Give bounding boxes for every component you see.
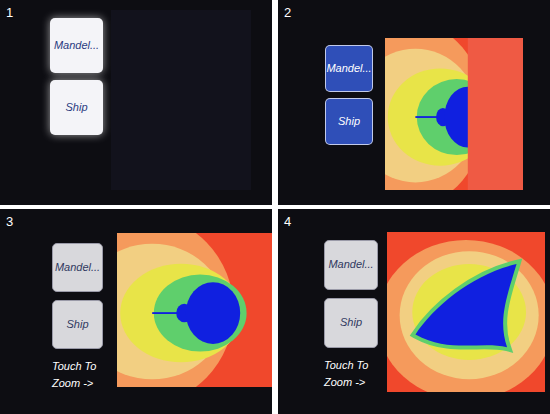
fractal-button[interactable]: Mandel... [325, 45, 373, 92]
fractal-image[interactable] [385, 38, 523, 190]
button-label: Ship [66, 318, 88, 332]
button-label: Mandel... [326, 62, 371, 76]
fractal-view[interactable] [117, 233, 272, 387]
fractal-view[interactable] [111, 10, 251, 190]
button-label: Mandel... [55, 261, 100, 275]
device-photo: 1 Mandel... Ship [0, 0, 272, 205]
button-column: Mandel... Ship Touch To Zoom -> [52, 243, 108, 392]
fractal-view[interactable] [385, 38, 523, 190]
photo-number: 3 [6, 215, 13, 228]
fractal-image[interactable] [387, 232, 545, 392]
fractal-button[interactable]: Ship [324, 298, 378, 348]
button-column: Mandel... Ship [325, 45, 373, 145]
fractal-button[interactable]: Mandel... [52, 243, 103, 292]
fractal-button[interactable]: Ship [50, 80, 103, 135]
device-photo: 4 Mandel... Ship Touch To Zoom -> [278, 209, 550, 414]
device-photo: 3 Mandel... Ship Touch To Zoom -> [0, 209, 272, 414]
unrendered-area [468, 38, 523, 190]
fractal-button[interactable]: Mandel... [324, 240, 378, 290]
button-label: Mandel... [54, 39, 99, 53]
device-photo: 2 Mandel... Ship [278, 0, 550, 205]
fractal-image[interactable] [117, 233, 272, 387]
button-label: Ship [65, 101, 87, 115]
zoom-hint: Touch To Zoom -> [52, 358, 108, 392]
fractal-button[interactable]: Ship [52, 300, 103, 349]
button-label: Ship [338, 115, 360, 129]
photo-number: 1 [6, 6, 13, 19]
button-column: Mandel... Ship Touch To Zoom -> [324, 240, 380, 391]
fractal-view[interactable] [387, 232, 545, 392]
button-column: Mandel... Ship [50, 18, 103, 135]
photo-number: 2 [284, 6, 291, 19]
button-label: Ship [340, 316, 362, 330]
fractal-button[interactable]: Mandel... [50, 18, 103, 73]
photo-number: 4 [284, 215, 291, 228]
zoom-hint: Touch To Zoom -> [324, 357, 380, 391]
button-label: Mandel... [328, 258, 373, 272]
fractal-button[interactable]: Ship [325, 98, 373, 145]
